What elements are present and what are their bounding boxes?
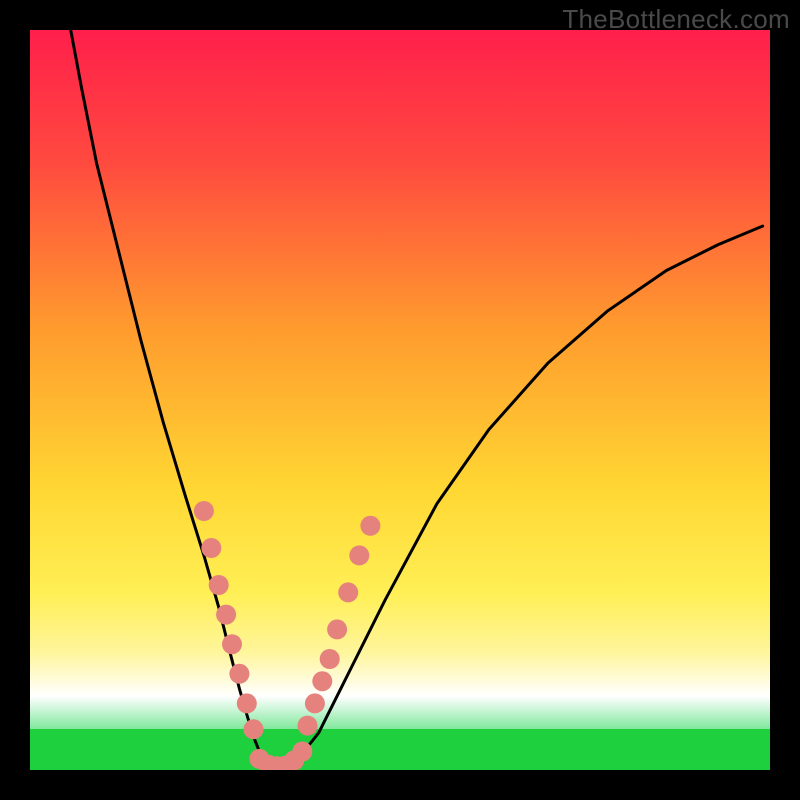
chart-svg xyxy=(30,30,770,770)
marker-dot xyxy=(327,619,347,639)
marker-dot xyxy=(292,742,312,762)
marker-dot xyxy=(216,605,236,625)
marker-dot xyxy=(298,716,318,736)
bottleneck-curve xyxy=(71,30,763,768)
marker-dot xyxy=(201,538,221,558)
marker-dot xyxy=(360,516,380,536)
chart-plot-area xyxy=(30,30,770,770)
marker-dot xyxy=(349,545,369,565)
marker-dot xyxy=(320,649,340,669)
marker-dot xyxy=(222,634,242,654)
marker-dot xyxy=(237,693,257,713)
marker-dot xyxy=(338,582,358,602)
marker-dot xyxy=(305,693,325,713)
marker-dot xyxy=(244,719,264,739)
marker-dots xyxy=(194,501,381,770)
marker-dot xyxy=(229,664,249,684)
marker-dot xyxy=(312,671,332,691)
marker-dot xyxy=(209,575,229,595)
marker-dot xyxy=(194,501,214,521)
watermark-text: TheBottleneck.com xyxy=(562,4,790,35)
